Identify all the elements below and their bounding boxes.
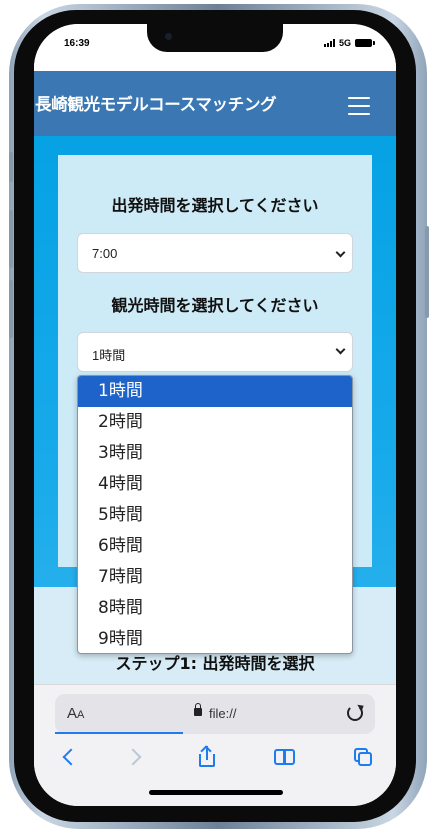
sightseeing-duration-select[interactable]: 1時間	[77, 332, 353, 372]
front-camera-icon	[165, 33, 172, 40]
bookmarks-icon[interactable]	[274, 746, 298, 770]
status-indicators: 5G	[323, 38, 375, 48]
departure-time-select[interactable]: 7:00	[77, 233, 353, 273]
dropdown-option[interactable]: 3時間	[78, 438, 352, 469]
status-time: 16:39	[64, 38, 90, 49]
power-button	[425, 226, 429, 318]
dropdown-option[interactable]: 9時間	[78, 624, 352, 653]
status-bar: 16:39 5G	[34, 24, 396, 70]
url-text[interactable]: file://	[209, 706, 236, 721]
departure-time-value: 7:00	[92, 246, 118, 261]
dropdown-option[interactable]: 7時間	[78, 562, 352, 593]
page-load-progress	[55, 732, 183, 734]
battery-icon	[355, 39, 375, 47]
chevron-down-icon	[335, 247, 346, 258]
network-type: 5G	[338, 38, 351, 48]
reader-text-size-button[interactable]: AA	[67, 705, 84, 722]
dropdown-option[interactable]: 2時間	[78, 407, 352, 438]
hamburger-menu-icon[interactable]	[348, 97, 370, 115]
dropdown-option[interactable]: 4時間	[78, 469, 352, 500]
reload-icon[interactable]	[347, 705, 363, 721]
tabs-icon[interactable]	[352, 746, 376, 770]
notch	[147, 24, 283, 52]
lock-icon	[194, 703, 202, 716]
dropdown-option[interactable]: 8時間	[78, 593, 352, 624]
dropdown-option[interactable]: 1時間	[78, 376, 352, 407]
site-title[interactable]: 長崎観光モデルコースマッチング	[35, 91, 277, 115]
signal-icon	[323, 39, 335, 47]
volume-up-button	[9, 210, 13, 268]
chevron-down-icon	[335, 344, 346, 355]
departure-time-heading: 出発時間を選択してください	[111, 196, 319, 215]
dropdown-option[interactable]: 6時間	[78, 531, 352, 562]
duration-dropdown-list[interactable]: 1時間 2時間 3時間 4時間 5時間 6時間 7時間 8時間 9時間	[77, 375, 353, 654]
volume-down-button	[9, 280, 13, 338]
share-icon[interactable]	[196, 745, 220, 770]
dropdown-option[interactable]: 5時間	[78, 500, 352, 531]
sightseeing-duration-heading: 観光時間を選択してください	[111, 296, 319, 315]
back-icon[interactable]	[57, 746, 81, 770]
screen: 16:39 5G 長崎観光モデルコースマッチング 出発時間を選択してください 観…	[34, 24, 396, 806]
forward-icon[interactable]	[124, 746, 148, 770]
silent-switch	[9, 152, 13, 182]
sightseeing-duration-value: 1時間	[92, 348, 126, 363]
site-header: 長崎観光モデルコースマッチング	[34, 71, 396, 136]
address-bar[interactable]: AA file://	[55, 694, 375, 734]
home-indicator	[149, 790, 283, 795]
